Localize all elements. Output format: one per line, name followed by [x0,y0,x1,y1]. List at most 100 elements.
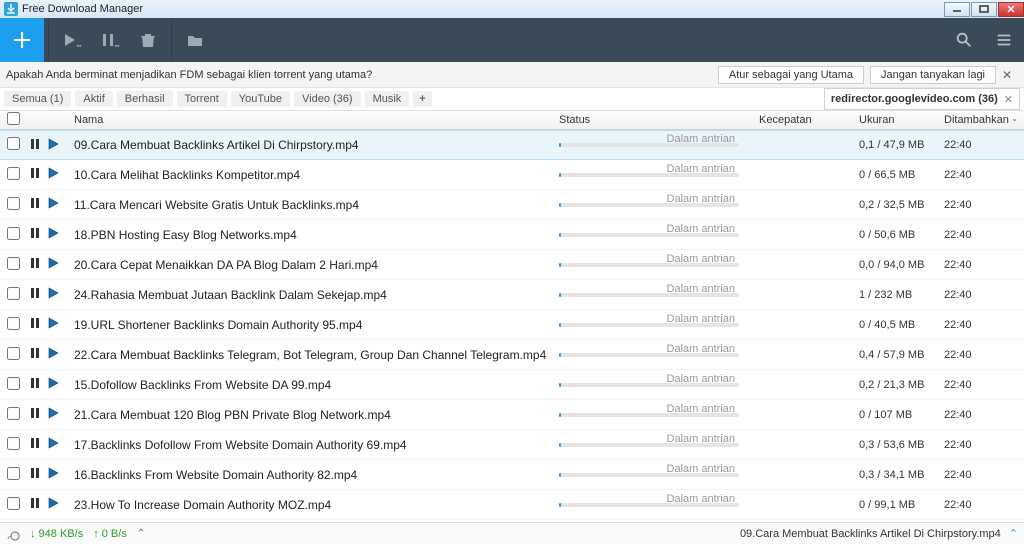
pause-icon[interactable] [28,256,42,273]
delete-button[interactable] [129,18,167,62]
row-checkbox[interactable] [0,467,26,483]
start-all-button[interactable]: ▪▪ [53,18,91,62]
prompt-primary-button[interactable]: Atur sebagai yang Utama [718,66,864,84]
play-icon[interactable] [46,286,60,303]
pause-icon[interactable] [28,286,42,303]
add-filter-button[interactable]: + [413,91,431,107]
table-row[interactable]: 20.Cara Cepat Menaikkan DA PA Blog Dalam… [0,250,1024,280]
column-status[interactable]: Status [559,114,759,126]
filter-chip[interactable]: Musik [365,91,410,107]
play-icon[interactable] [46,226,60,243]
filter-chip[interactable]: Berhasil [117,91,173,107]
pause-all-button[interactable]: ▪▪ [91,18,129,62]
row-checkbox[interactable] [0,437,26,453]
play-icon[interactable] [46,466,60,483]
table-row[interactable]: 24.Rahasia Membuat Jutaan Backlink Dalam… [0,280,1024,310]
filter-chip[interactable]: Aktif [75,91,112,107]
row-checkbox[interactable] [0,257,26,273]
pause-icon[interactable] [28,406,42,423]
row-name: 16.Backlinks From Website Domain Authori… [70,468,559,482]
open-folder-button[interactable] [176,18,214,62]
pause-icon[interactable] [28,376,42,393]
row-size: 0 / 99,1 MB [859,499,944,511]
play-icon[interactable] [46,137,60,154]
row-checkbox[interactable] [0,377,26,393]
pause-icon[interactable] [28,226,42,243]
snail-mode-icon[interactable] [6,526,22,542]
search-button[interactable] [944,18,984,62]
pause-icon[interactable] [28,316,42,333]
speed-expand-icon[interactable]: ⌃ [137,528,145,539]
row-added: 22:40 [944,319,1024,331]
pause-icon[interactable] [28,196,42,213]
play-icon[interactable] [46,346,60,363]
column-name[interactable]: Nama [70,114,559,126]
row-checkbox[interactable] [0,227,26,243]
row-checkbox[interactable] [0,287,26,303]
close-button[interactable] [998,2,1024,17]
row-checkbox[interactable] [0,407,26,423]
table-row[interactable]: 23.How To Increase Domain Authority MOZ.… [0,490,1024,520]
play-icon[interactable] [46,196,60,213]
row-size: 0 / 40,5 MB [859,319,944,331]
table-row[interactable]: 17.Backlinks Dofollow From Website Domai… [0,430,1024,460]
play-icon[interactable] [46,256,60,273]
row-checkbox[interactable] [0,317,26,333]
row-checkbox[interactable] [0,197,26,213]
maximize-button[interactable] [971,2,997,17]
table-row[interactable]: 22.Cara Membuat Backlinks Telegram, Bot … [0,340,1024,370]
prompt-close-button[interactable]: ✕ [996,68,1018,82]
row-name: 15.Dofollow Backlinks From Website DA 99… [70,378,559,392]
column-added[interactable]: Ditambahkan ⌄ [944,114,1024,126]
filter-chip[interactable]: Torrent [177,91,227,107]
table-row[interactable]: 15.Dofollow Backlinks From Website DA 99… [0,370,1024,400]
pause-icon[interactable] [28,436,42,453]
table-row[interactable]: 11.Cara Mencari Website Gratis Untuk Bac… [0,190,1024,220]
group-badge[interactable]: redirector.googlevideo.com (36) ✕ [824,88,1020,110]
filter-chip[interactable]: Semua (1) [4,91,71,107]
status-bar: ↓ 948 KB/s ↑ 0 B/s ⌃ 09.Cara Membuat Bac… [0,522,1024,544]
group-badge-close-icon[interactable]: ✕ [1004,93,1013,106]
row-checkbox[interactable] [0,167,26,183]
table-row[interactable]: 16.Backlinks From Website Domain Authori… [0,460,1024,490]
pause-icon[interactable] [28,166,42,183]
row-status: Dalam antrian [559,143,759,147]
table-row[interactable]: 19.URL Shortener Backlinks Domain Author… [0,310,1024,340]
play-icon[interactable] [46,166,60,183]
menu-button[interactable] [984,18,1024,62]
sort-indicator-icon: ⌄ [1011,114,1018,123]
row-name: 23.How To Increase Domain Authority MOZ.… [70,498,559,512]
header-checkbox[interactable] [0,112,26,128]
download-speed: ↓ 948 KB/s [30,528,83,540]
row-checkbox[interactable] [0,497,26,513]
table-row[interactable]: 18.PBN Hosting Easy Blog Networks.mp4Dal… [0,220,1024,250]
details-expand-icon[interactable]: ⌃ [1009,527,1018,540]
table-row[interactable]: 21.Cara Membuat 120 Blog PBN Private Blo… [0,400,1024,430]
minimize-button[interactable] [944,2,970,17]
row-status: Dalam antrian [559,173,759,177]
row-checkbox[interactable] [0,347,26,363]
play-icon[interactable] [46,496,60,513]
filter-chip[interactable]: Video (36) [294,91,361,107]
pause-icon[interactable] [28,346,42,363]
add-download-button[interactable] [0,18,44,62]
statusbar-selected-name: 09.Cara Membuat Backlinks Artikel Di Chi… [740,528,1001,540]
row-size: 0 / 50,6 MB [859,229,944,241]
table-row[interactable]: 09.Cara Membuat Backlinks Artikel Di Chi… [0,130,1024,160]
row-checkbox[interactable] [0,137,26,153]
row-name: 10.Cara Melihat Backlinks Kompetitor.mp4 [70,168,559,182]
play-icon[interactable] [46,436,60,453]
pause-icon[interactable] [28,496,42,513]
column-size[interactable]: Ukuran [859,114,944,126]
window-title: Free Download Manager [22,3,143,15]
play-icon[interactable] [46,376,60,393]
filter-chip[interactable]: YouTube [231,91,290,107]
column-speed[interactable]: Kecepatan [759,114,859,126]
play-icon[interactable] [46,406,60,423]
row-status: Dalam antrian [559,233,759,237]
pause-icon[interactable] [28,137,42,154]
play-icon[interactable] [46,316,60,333]
prompt-secondary-button[interactable]: Jangan tanyakan lagi [870,66,996,84]
pause-icon[interactable] [28,466,42,483]
table-row[interactable]: 10.Cara Melihat Backlinks Kompetitor.mp4… [0,160,1024,190]
